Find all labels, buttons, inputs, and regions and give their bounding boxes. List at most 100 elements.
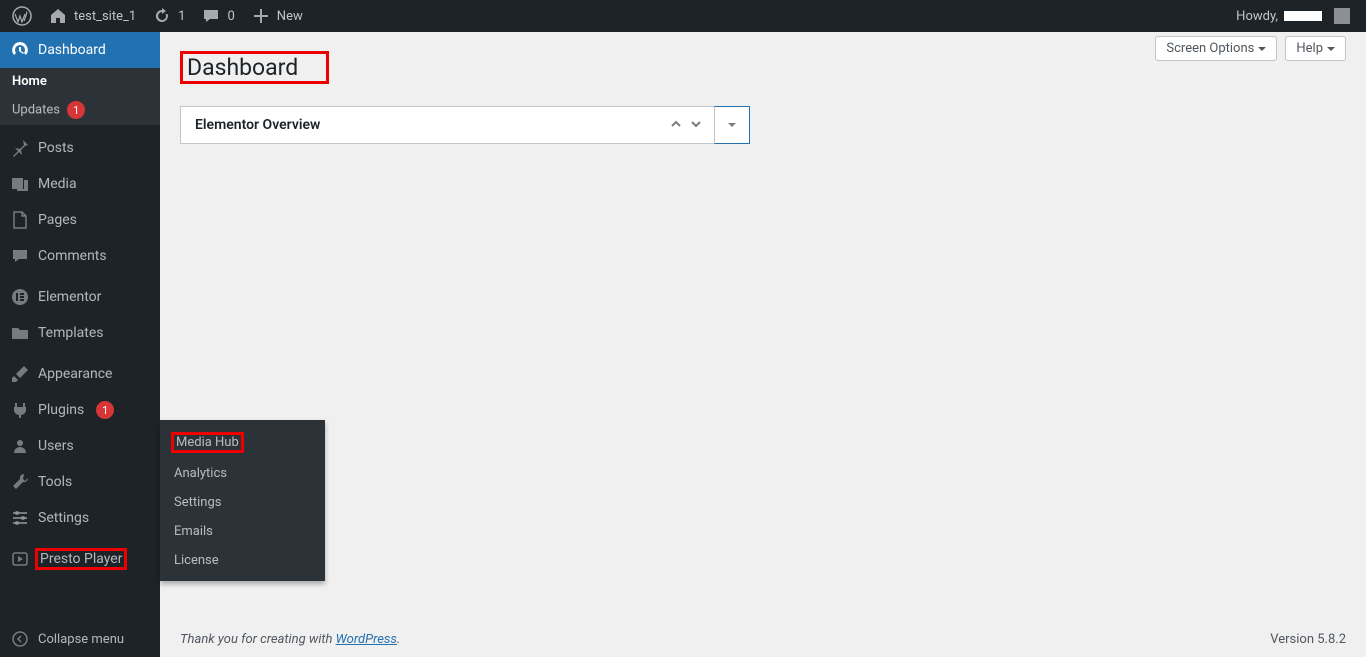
page-title-text: Dashboard	[187, 54, 298, 81]
admin-bar: test_site_1 1 0 New Howdy,	[0, 0, 1366, 32]
submenu-dashboard: Home Updates 1	[0, 68, 160, 125]
menu-templates[interactable]: Templates	[0, 315, 160, 351]
site-name-label: test_site_1	[74, 9, 136, 24]
metabox-toggle-button[interactable]	[714, 106, 750, 144]
pin-icon	[10, 138, 30, 158]
elementor-icon	[10, 287, 30, 307]
menu-users[interactable]: Users	[0, 428, 160, 464]
menu-dashboard[interactable]: Dashboard	[0, 32, 160, 68]
chevron-down-icon	[1258, 47, 1266, 55]
media-icon	[10, 174, 30, 194]
admin-bar-right: Howdy,	[1228, 0, 1358, 32]
new-content-item[interactable]: New	[243, 0, 311, 32]
metabox-order-controls	[668, 115, 704, 135]
play-icon	[10, 549, 30, 569]
menu-tools[interactable]: Tools	[0, 464, 160, 500]
my-account-item[interactable]: Howdy,	[1228, 0, 1358, 32]
submenu-updates-label: Updates	[12, 103, 60, 118]
flyout-media-hub[interactable]: Media Hub	[160, 426, 325, 459]
footer-wordpress-link[interactable]: WordPress	[336, 632, 397, 647]
footer-prefix: Thank you for creating with	[180, 632, 336, 647]
menu-media[interactable]: Media	[0, 166, 160, 202]
page-title-highlight: Dashboard	[180, 51, 329, 84]
menu-pages-label: Pages	[38, 212, 77, 228]
flyout-presto-player: Media Hub Analytics Settings Emails Lice…	[160, 420, 325, 581]
menu-comments-label: Comments	[38, 248, 107, 264]
collapse-menu[interactable]: Collapse menu	[0, 621, 160, 657]
submenu-home[interactable]: Home	[0, 68, 160, 95]
menu-elementor[interactable]: Elementor	[0, 279, 160, 315]
top-panel-buttons: Screen Options Help	[1155, 36, 1346, 61]
wrench-icon	[10, 472, 30, 492]
metabox-row: Elementor Overview	[180, 106, 750, 144]
screen-options-button[interactable]: Screen Options	[1155, 36, 1277, 61]
menu-presto-player-label: Presto Player	[40, 551, 122, 567]
menu-elementor-label: Elementor	[38, 289, 101, 305]
home-icon	[48, 6, 68, 26]
flyout-license[interactable]: License	[160, 546, 325, 575]
menu-posts-label: Posts	[38, 140, 74, 156]
sliders-icon	[10, 508, 30, 528]
menu-appearance-label: Appearance	[38, 366, 112, 382]
help-button[interactable]: Help	[1285, 36, 1346, 61]
new-label: New	[277, 9, 303, 24]
menu-comments[interactable]: Comments	[0, 238, 160, 274]
wp-logo-menu[interactable]	[4, 0, 40, 32]
plus-icon	[251, 6, 271, 26]
footer-version: Version 5.8.2	[1270, 632, 1346, 647]
menu-dashboard-label: Dashboard	[38, 42, 106, 58]
flyout-settings[interactable]: Settings	[160, 488, 325, 517]
help-label: Help	[1296, 41, 1323, 56]
collapse-icon	[10, 629, 30, 649]
howdy-label: Howdy,	[1236, 9, 1278, 24]
chevron-down-icon	[728, 123, 736, 131]
menu-media-label: Media	[38, 176, 77, 192]
menu-settings[interactable]: Settings	[0, 500, 160, 536]
updates-item[interactable]: 1	[144, 0, 193, 32]
menu-pages[interactable]: Pages	[0, 202, 160, 238]
submenu-updates[interactable]: Updates 1	[0, 95, 160, 125]
move-up-icon[interactable]	[668, 115, 684, 135]
menu-settings-label: Settings	[38, 510, 89, 526]
flyout-analytics[interactable]: Analytics	[160, 459, 325, 488]
flyout-media-hub-highlight: Media Hub	[171, 432, 244, 453]
updates-badge: 1	[67, 101, 85, 119]
footer-suffix: .	[397, 632, 400, 647]
menu-presto-player[interactable]: Presto Player	[0, 541, 160, 577]
menu-presto-player-label-highlight: Presto Player	[35, 548, 127, 570]
metabox-elementor-header[interactable]: Elementor Overview	[180, 106, 715, 144]
menu-plugins-label: Plugins	[38, 402, 84, 418]
menu-users-label: Users	[38, 438, 74, 454]
menu-templates-label: Templates	[38, 325, 104, 341]
plug-icon	[10, 400, 30, 420]
menu-appearance[interactable]: Appearance	[0, 356, 160, 392]
page-icon	[10, 210, 30, 230]
footer-thankyou: Thank you for creating with WordPress.	[180, 632, 400, 647]
wordpress-logo-icon	[12, 6, 32, 26]
admin-footer: Thank you for creating with WordPress. V…	[160, 622, 1366, 657]
menu-tools-label: Tools	[38, 474, 72, 490]
updates-count-label: 1	[178, 9, 185, 24]
main-content: Screen Options Help Dashboard Elementor …	[160, 0, 1366, 609]
folder-icon	[10, 323, 30, 343]
avatar-icon	[1334, 8, 1350, 24]
menu-plugins[interactable]: Plugins 1	[0, 392, 160, 428]
screen-options-label: Screen Options	[1166, 41, 1254, 56]
comments-count-label: 0	[227, 9, 234, 24]
brush-icon	[10, 364, 30, 384]
username-redacted	[1284, 11, 1322, 21]
comment-icon	[201, 6, 221, 26]
menu-posts[interactable]: Posts	[0, 130, 160, 166]
site-name-item[interactable]: test_site_1	[40, 0, 144, 32]
refresh-icon	[152, 6, 172, 26]
flyout-emails[interactable]: Emails	[160, 517, 325, 546]
chevron-down-icon	[1327, 47, 1335, 55]
comment-icon	[10, 246, 30, 266]
plugins-badge: 1	[96, 401, 114, 419]
user-icon	[10, 436, 30, 456]
collapse-menu-label: Collapse menu	[38, 632, 124, 647]
move-down-icon[interactable]	[688, 115, 704, 135]
content-wrap: Screen Options Help Dashboard Elementor …	[160, 32, 1366, 609]
metabox-title: Elementor Overview	[195, 117, 320, 133]
comments-item[interactable]: 0	[193, 0, 242, 32]
